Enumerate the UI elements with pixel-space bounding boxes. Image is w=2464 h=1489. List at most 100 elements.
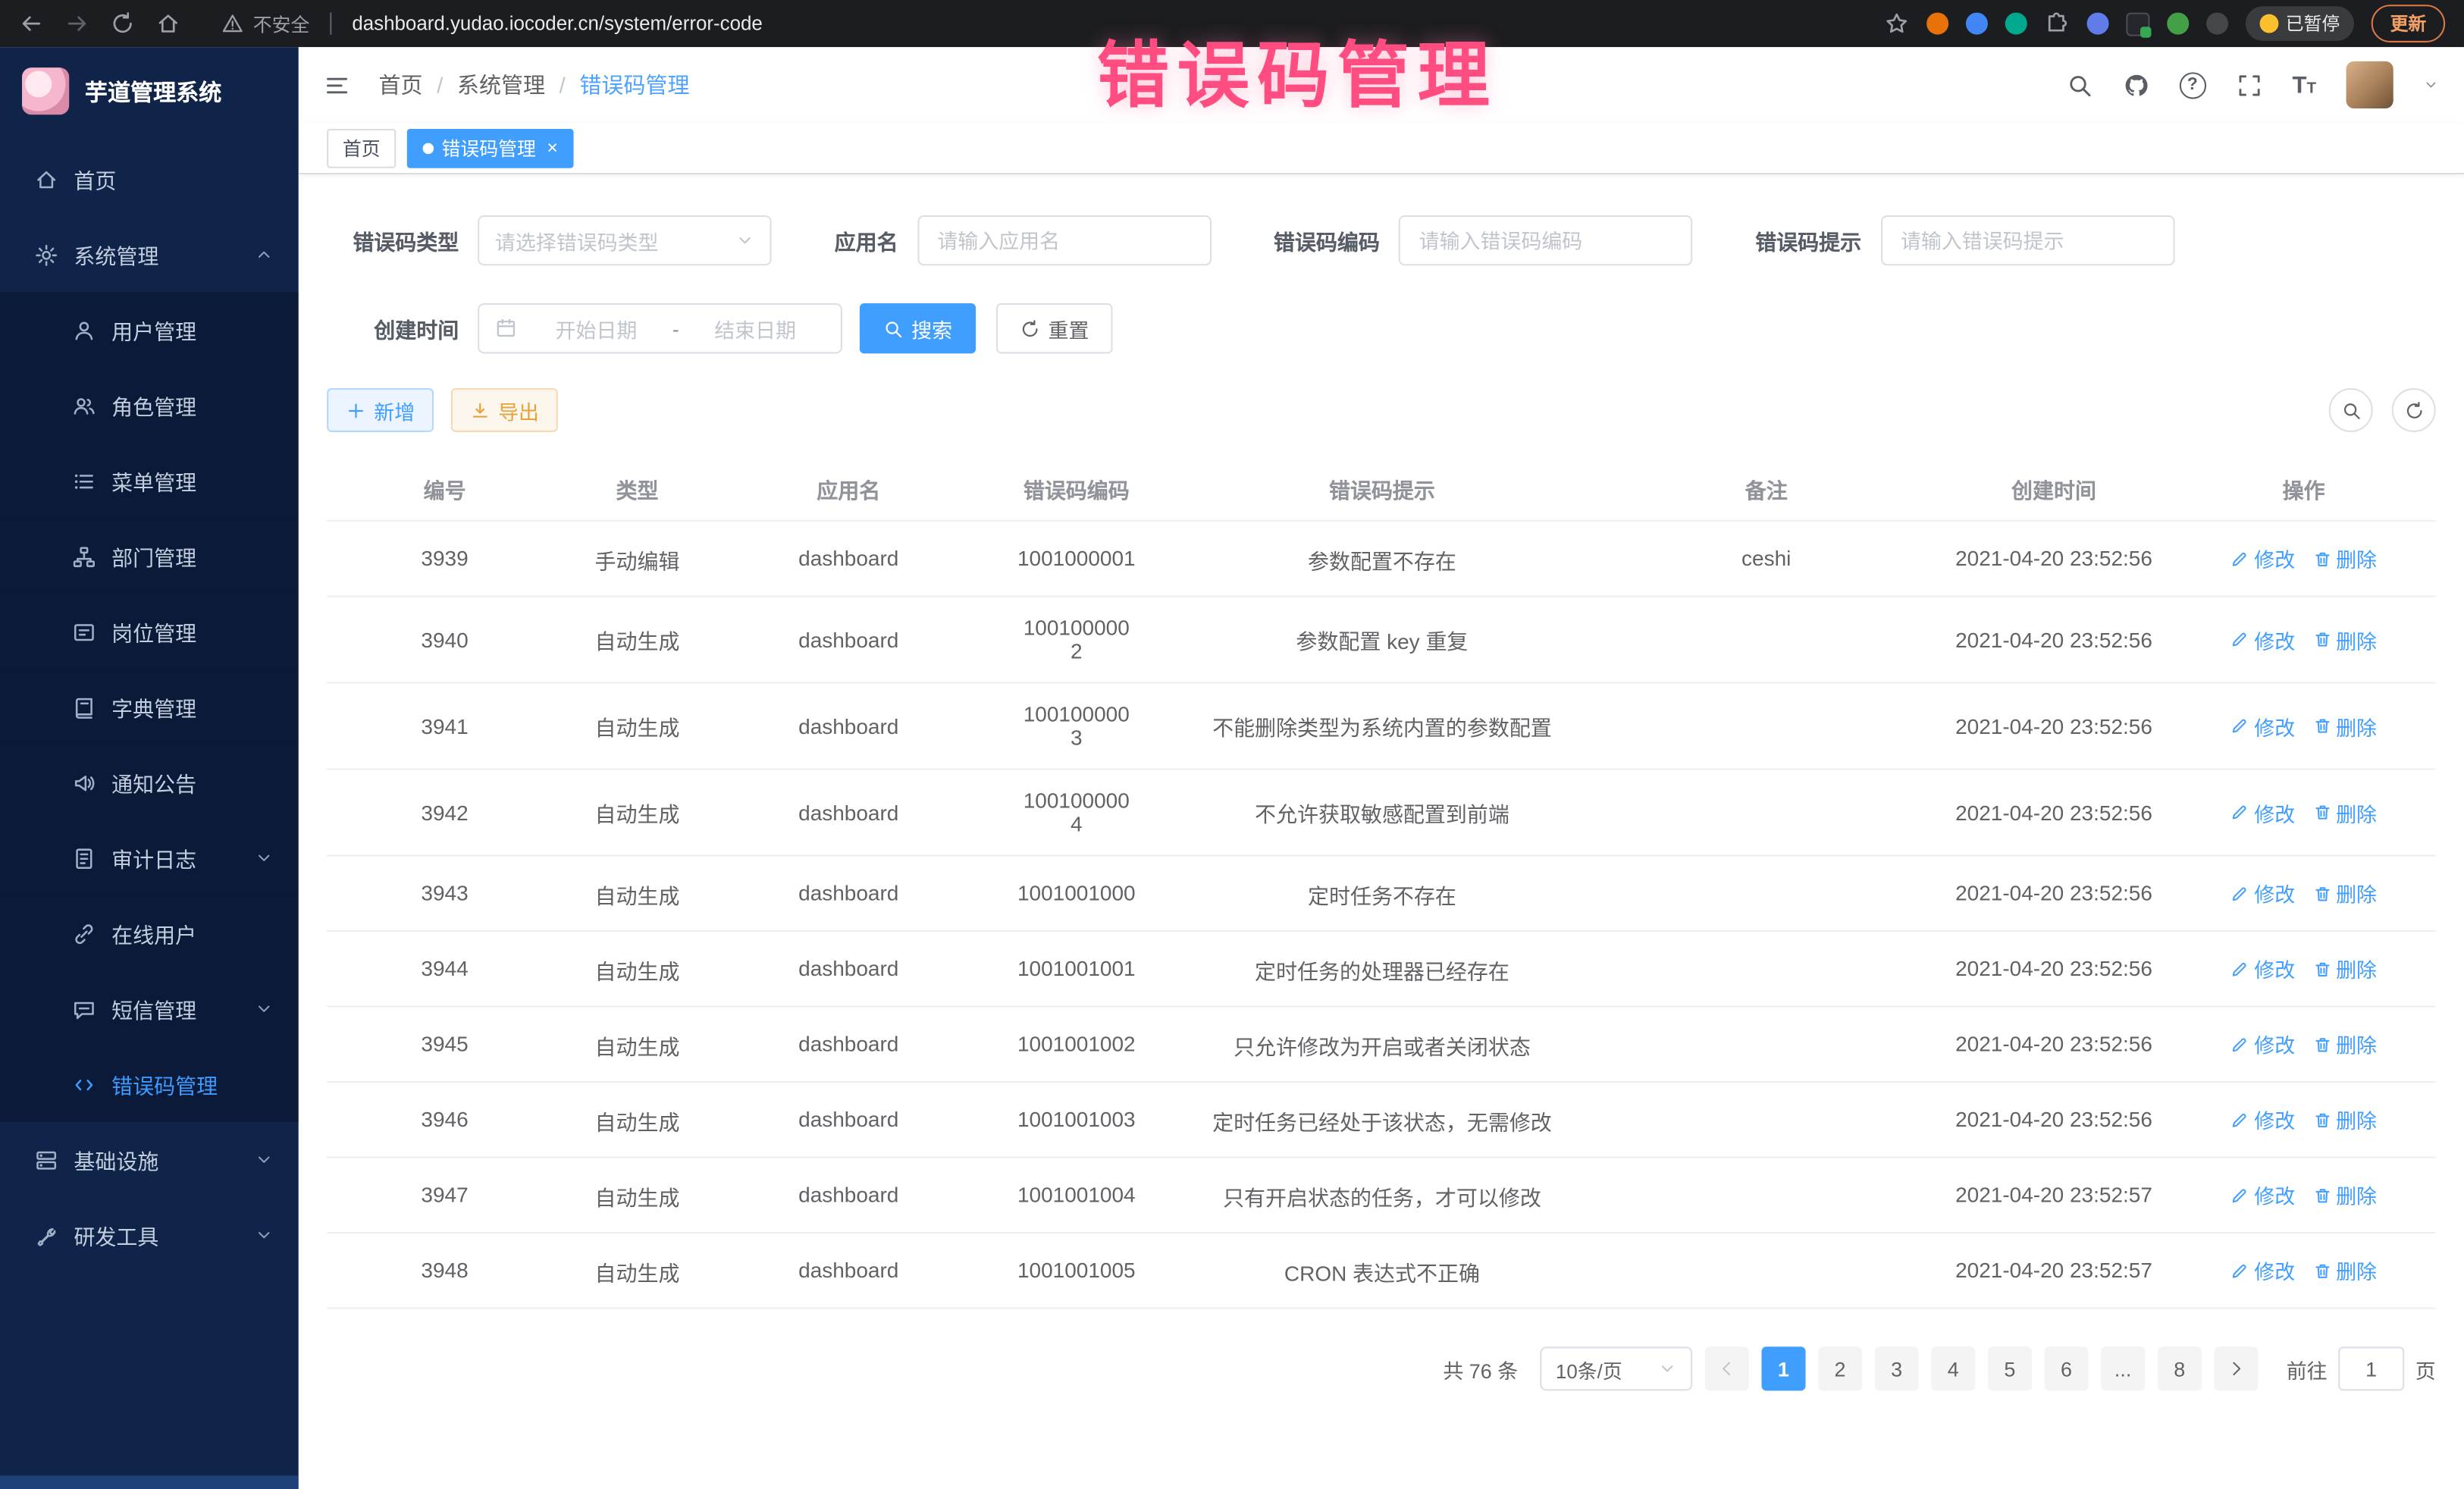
extension-icon-blue[interactable] <box>1965 13 1987 35</box>
chevron-right-icon <box>2227 1359 2246 1378</box>
notice-icon <box>72 771 96 795</box>
sidebar-item-在线用户[interactable]: 在线用户 <box>0 895 299 970</box>
user-avatar[interactable] <box>2346 61 2393 108</box>
edit-link[interactable]: 修改 <box>2230 1180 2295 1210</box>
sidebar-item-短信管理[interactable]: 短信管理 <box>0 971 299 1046</box>
fullscreen-icon[interactable] <box>2236 71 2262 98</box>
breadcrumb-system[interactable]: 系统管理 <box>457 69 545 100</box>
delete-link[interactable]: 删除 <box>2312 879 2377 908</box>
page-ellipsis[interactable]: ... <box>2101 1346 2145 1390</box>
sidebar-item-系统管理[interactable]: 系统管理 <box>0 217 299 292</box>
edit-icon <box>2230 1035 2249 1054</box>
prev-page-button[interactable] <box>1705 1346 1749 1390</box>
refresh-table-button[interactable] <box>2392 388 2436 432</box>
edit-link[interactable]: 修改 <box>2230 1255 2295 1285</box>
cell-time: 2021-04-20 23:52:56 <box>1936 1008 2172 1081</box>
extension-icon-indigo[interactable] <box>2086 13 2108 35</box>
extension-icon-orange[interactable] <box>1926 13 1948 35</box>
page-size-select[interactable]: 10条/页 <box>1540 1346 1692 1390</box>
sidebar-item-研发工具[interactable]: 研发工具 <box>0 1197 299 1272</box>
sidebar-item-基础设施[interactable]: 基础设施 <box>0 1122 299 1197</box>
page-button-3[interactable]: 3 <box>1875 1346 1919 1390</box>
sidebar-item-用户管理[interactable]: 用户管理 <box>0 293 299 368</box>
page-button-6[interactable]: 6 <box>2045 1346 2089 1390</box>
edit-link[interactable]: 修改 <box>2230 954 2295 983</box>
help-icon[interactable]: ? <box>2179 71 2205 98</box>
page-button-1[interactable]: 1 <box>1761 1346 1805 1390</box>
tab-home[interactable]: 首页 <box>327 128 396 168</box>
extensions-puzzle-icon[interactable] <box>2044 11 2069 36</box>
delete-link[interactable]: 删除 <box>2312 1105 2377 1134</box>
page-button-8[interactable]: 8 <box>2158 1346 2202 1390</box>
edit-link[interactable]: 修改 <box>2230 879 2295 908</box>
github-icon[interactable] <box>2123 71 2149 98</box>
logo[interactable]: 芋道管理系统 <box>0 47 299 135</box>
show-search-button[interactable] <box>2329 388 2373 432</box>
sidebar-item-通知公告[interactable]: 通知公告 <box>0 744 299 820</box>
delete-link[interactable]: 删除 <box>2312 625 2377 654</box>
next-page-button[interactable] <box>2214 1346 2258 1390</box>
search-icon[interactable] <box>2066 71 2093 98</box>
extension-icon-green[interactable] <box>2005 13 2027 35</box>
edit-icon <box>2230 716 2249 735</box>
page-button-5[interactable]: 5 <box>1988 1346 2032 1390</box>
sidebar-item-字典管理[interactable]: 字典管理 <box>0 669 299 744</box>
extension-icon-on-badge[interactable] <box>2125 12 2149 36</box>
extension-icon-leaf[interactable] <box>2166 13 2188 35</box>
sidebar-item-审计日志[interactable]: 审计日志 <box>0 820 299 895</box>
edit-link[interactable]: 修改 <box>2230 1030 2295 1059</box>
sidebar-collapse-bar[interactable] <box>0 1475 299 1489</box>
bookmark-star-icon[interactable] <box>1883 11 1908 36</box>
delete-link[interactable]: 删除 <box>2312 544 2377 573</box>
hamburger-icon[interactable] <box>324 71 350 98</box>
reload-icon[interactable] <box>110 11 135 36</box>
reset-button[interactable]: 重置 <box>996 303 1112 353</box>
page-button-2[interactable]: 2 <box>1818 1346 1862 1390</box>
delete-link[interactable]: 删除 <box>2312 798 2377 827</box>
caret-down-icon[interactable] <box>2423 77 2439 93</box>
home-icon-chrome[interactable] <box>155 11 180 36</box>
edit-link[interactable]: 修改 <box>2230 544 2295 573</box>
export-button[interactable]: 导出 <box>451 388 558 432</box>
update-button[interactable]: 更新 <box>2372 5 2445 42</box>
breadcrumb-home[interactable]: 首页 <box>379 69 423 100</box>
page-button-4[interactable]: 4 <box>1931 1346 1975 1390</box>
extension-icon-dark[interactable] <box>2205 13 2227 35</box>
error-type-select[interactable]: 请选择错误码类型 <box>478 215 772 265</box>
cell-app: dashboard <box>712 932 986 1005</box>
sidebar-item-角色管理[interactable]: 角色管理 <box>0 368 299 443</box>
active-tab-dot <box>423 143 434 154</box>
delete-link[interactable]: 删除 <box>2312 1255 2377 1285</box>
app-name-input[interactable] <box>917 215 1211 265</box>
sidebar-item-岗位管理[interactable]: 岗位管理 <box>0 594 299 669</box>
address-bar[interactable]: 不安全 dashboard.yudao.iocoder.cn/system/er… <box>221 10 763 36</box>
gear-icon <box>35 243 58 266</box>
add-button[interactable]: 新增 <box>327 388 434 432</box>
date-range-picker[interactable]: 开始日期 - 结束日期 <box>478 303 842 353</box>
sidebar-item-错误码管理[interactable]: 错误码管理 <box>0 1046 299 1121</box>
edit-link[interactable]: 修改 <box>2230 625 2295 654</box>
goto-page-input[interactable] <box>2338 1346 2404 1390</box>
font-size-icon[interactable]: T T <box>2292 71 2316 98</box>
paused-badge[interactable]: 已暂停 <box>2245 6 2354 41</box>
delete-link[interactable]: 删除 <box>2312 711 2377 741</box>
delete-icon <box>2312 1035 2331 1054</box>
edit-link[interactable]: 修改 <box>2230 1105 2295 1134</box>
error-code-input[interactable] <box>1399 215 1693 265</box>
delete-link[interactable]: 删除 <box>2312 1030 2377 1059</box>
edit-icon <box>2230 549 2249 568</box>
delete-link[interactable]: 删除 <box>2312 1180 2377 1210</box>
edit-link[interactable]: 修改 <box>2230 711 2295 741</box>
sidebar-item-菜单管理[interactable]: 菜单管理 <box>0 444 299 519</box>
sidebar-item-首页[interactable]: 首页 <box>0 142 299 217</box>
delete-link[interactable]: 删除 <box>2312 954 2377 983</box>
edit-link[interactable]: 修改 <box>2230 798 2295 827</box>
reset-button-label: 重置 <box>1049 314 1089 343</box>
error-msg-input[interactable] <box>1880 215 2174 265</box>
close-icon[interactable]: × <box>547 138 558 157</box>
forward-icon[interactable] <box>64 11 89 36</box>
back-icon[interactable] <box>19 11 44 36</box>
search-button[interactable]: 搜索 <box>860 303 976 353</box>
tab-error-code[interactable]: 错误码管理 × <box>407 128 574 168</box>
sidebar-item-部门管理[interactable]: 部门管理 <box>0 519 299 594</box>
